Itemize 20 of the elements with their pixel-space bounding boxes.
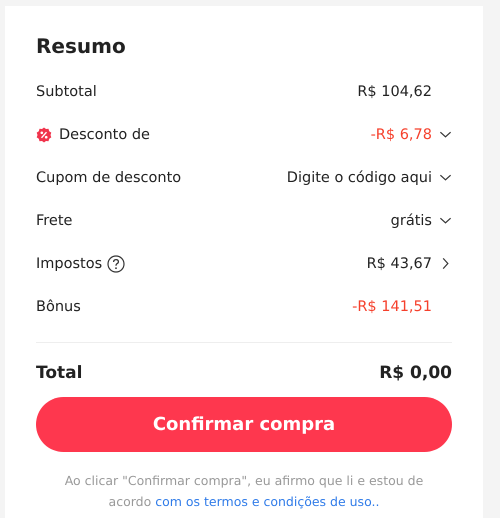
- row-label: Subtotal: [36, 84, 97, 100]
- terms-link[interactable]: com os termos e condições de uso..: [155, 494, 380, 509]
- total-value: R$ 0,00: [379, 363, 452, 383]
- row-label: Impostos: [36, 256, 102, 272]
- row-value: -R$ 141,51: [352, 298, 432, 314]
- row-value: -R$ 6,78: [370, 126, 432, 142]
- row-value: grátis: [390, 212, 432, 228]
- help-icon[interactable]: [107, 254, 126, 272]
- terms-text: Ao clicar "Confirmar compra", eu afirmo que li e estou de acordo com os termos e condições de uso..: [64, 472, 424, 511]
- row-label: Desconto de: [59, 126, 150, 142]
- row-value: R$ 43,67: [366, 256, 432, 272]
- row-value: Digite o código aqui: [286, 170, 432, 186]
- row-label: Frete: [36, 212, 72, 228]
- row-label: Bônus: [36, 298, 81, 314]
- confirm-button[interactable]: Confirmar compra: [36, 397, 452, 452]
- discount-icon: [36, 126, 52, 142]
- total-label: Total: [36, 363, 82, 383]
- summary-title: Resumo: [36, 34, 127, 58]
- row-value: R$ 104,62: [357, 84, 432, 100]
- row-label: Cupom de desconto: [36, 170, 182, 186]
